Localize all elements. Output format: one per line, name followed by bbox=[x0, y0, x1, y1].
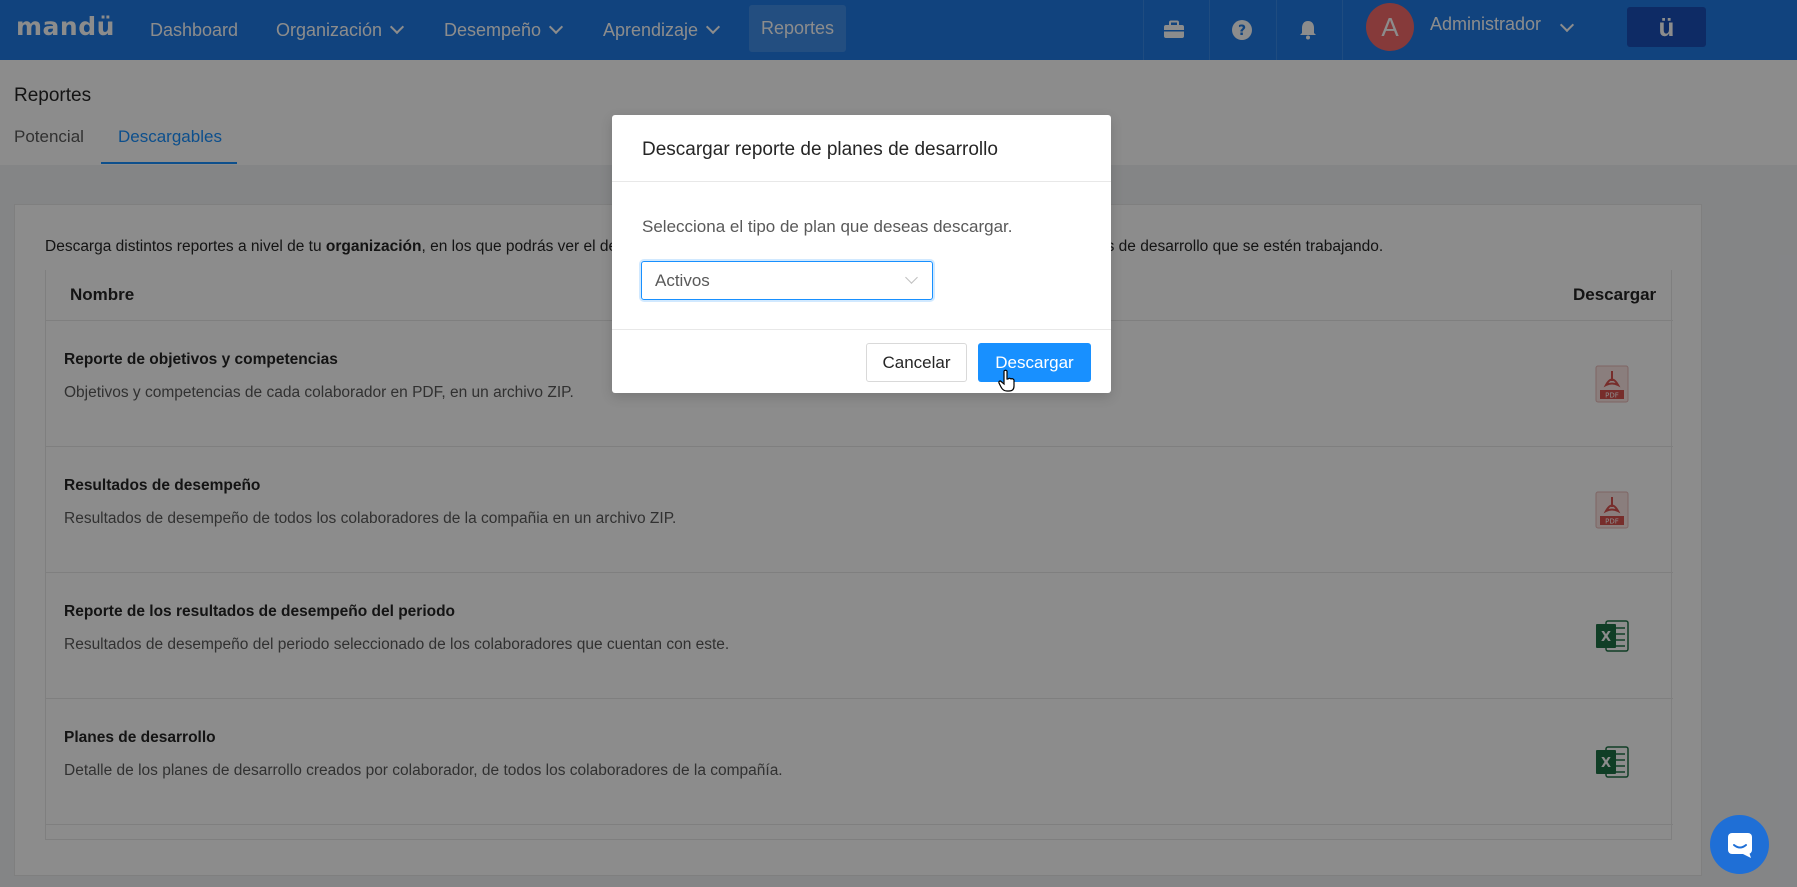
plan-type-select[interactable]: Activos bbox=[641, 261, 933, 300]
modal-instructions: Selecciona el tipo de plan que deseas de… bbox=[642, 217, 1013, 236]
chat-icon bbox=[1727, 832, 1752, 858]
select-value: Activos bbox=[655, 271, 710, 290]
chat-launcher-button[interactable] bbox=[1710, 815, 1769, 874]
download-button[interactable]: Descargar bbox=[978, 343, 1091, 382]
download-modal: Descargar reporte de planes de desarroll… bbox=[612, 115, 1111, 393]
modal-title: Descargar reporte de planes de desarroll… bbox=[642, 139, 998, 160]
chevron-down-icon bbox=[905, 271, 918, 284]
modal-footer-divider bbox=[612, 329, 1111, 330]
hand-pointer-cursor-icon bbox=[998, 369, 1015, 392]
cancel-button[interactable]: Cancelar bbox=[866, 343, 967, 382]
modal-header-divider bbox=[612, 181, 1111, 182]
